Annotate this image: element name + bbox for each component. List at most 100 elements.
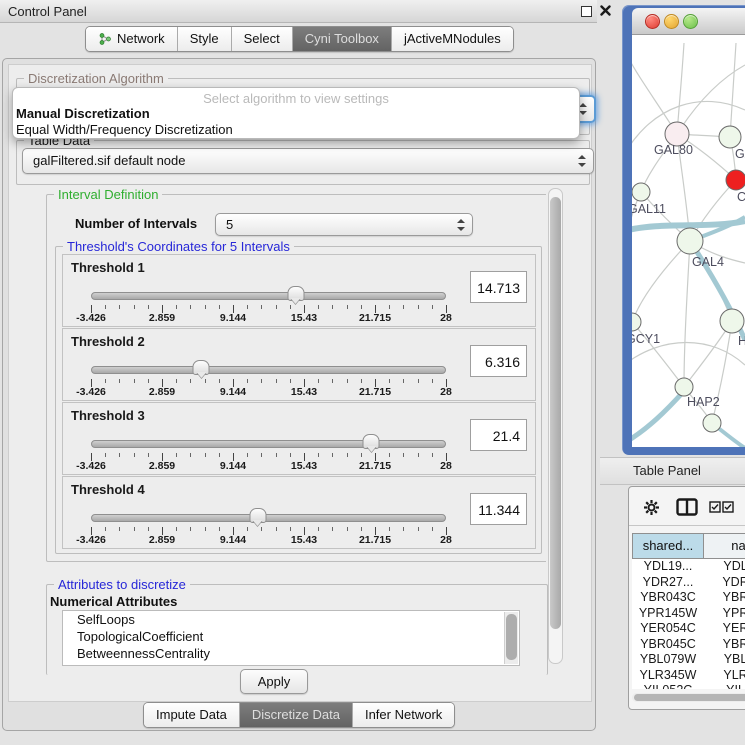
slider-tick-label: 2.859 bbox=[149, 312, 175, 324]
threshold-label: Threshold 3 bbox=[71, 408, 145, 423]
tab-network[interactable]: Network bbox=[86, 27, 178, 51]
threshold-label: Threshold 4 bbox=[71, 482, 145, 497]
slider-track[interactable] bbox=[91, 366, 446, 374]
attribute-item[interactable]: TopologicalCoefficient bbox=[63, 628, 519, 645]
threshold-slider[interactable] bbox=[91, 288, 446, 304]
table-row[interactable]: YLR345WYLR3 bbox=[632, 668, 745, 684]
tick-mark bbox=[105, 453, 106, 457]
dropdown-option-manual[interactable]: Manual Discretization bbox=[13, 106, 579, 122]
slider-thumb[interactable] bbox=[249, 508, 266, 523]
attribute-item[interactable]: BetweennessCentrality bbox=[63, 645, 519, 662]
tick-mark bbox=[361, 453, 362, 457]
tick-mark bbox=[347, 305, 348, 309]
tick-mark bbox=[418, 305, 419, 309]
slider-tick-label: 9.144 bbox=[220, 534, 246, 546]
tick-mark bbox=[318, 527, 319, 531]
tick-mark bbox=[276, 305, 277, 309]
table-row[interactable]: YIL052CYIL0 bbox=[632, 683, 745, 689]
group-title: Interval Definition bbox=[54, 187, 162, 202]
cell-shared-name: YDR27... bbox=[632, 575, 704, 591]
network-node[interactable] bbox=[719, 126, 741, 148]
slider-thumb[interactable] bbox=[193, 360, 210, 375]
attribute-item[interactable]: SelfLoops bbox=[63, 611, 519, 628]
table-panel-title: Table Panel bbox=[633, 463, 701, 478]
table-panel-titlebar: Table Panel bbox=[600, 457, 745, 485]
slider-track[interactable] bbox=[91, 440, 446, 448]
network-node[interactable] bbox=[632, 313, 641, 331]
list-scrollbar[interactable] bbox=[504, 612, 518, 664]
cell-name: YDL1 bbox=[704, 559, 745, 575]
checkbox-checked-icon[interactable] bbox=[709, 501, 721, 513]
tick-mark bbox=[247, 527, 248, 531]
table-row[interactable]: YDL19...YDL1 bbox=[632, 559, 745, 575]
column-header-name[interactable]: na bbox=[704, 533, 745, 559]
tick-mark bbox=[119, 453, 120, 457]
slider-track[interactable] bbox=[91, 292, 446, 300]
slider-thumb[interactable] bbox=[287, 286, 304, 301]
tab-label: Network bbox=[117, 31, 165, 47]
slider-track[interactable] bbox=[91, 514, 446, 522]
split-columns-icon[interactable] bbox=[676, 498, 698, 516]
tab-impute-data[interactable]: Impute Data bbox=[144, 703, 240, 727]
close-icon[interactable] bbox=[600, 5, 611, 16]
threshold-value-field[interactable]: 6.316 bbox=[470, 345, 527, 377]
threshold-value-field[interactable]: 11.344 bbox=[470, 493, 527, 525]
settings-scrollbar[interactable] bbox=[548, 188, 563, 664]
tab-infer-network[interactable]: Infer Network bbox=[353, 703, 454, 727]
threshold-value-field[interactable]: 21.4 bbox=[470, 419, 527, 451]
zoom-traffic-light[interactable] bbox=[683, 14, 698, 29]
cell-name: YLR3 bbox=[704, 668, 745, 684]
dropdown-option-equal-width[interactable]: Equal Width/Frequency Discretization bbox=[13, 122, 579, 138]
column-header-shared-name[interactable]: shared... bbox=[632, 533, 704, 559]
threshold-slider[interactable] bbox=[91, 510, 446, 526]
table-row[interactable]: YBL079WYBL0 bbox=[632, 652, 745, 668]
network-window-titlebar[interactable] bbox=[632, 8, 745, 35]
cell-shared-name: YBL079W bbox=[632, 652, 704, 668]
tab-jactivemnodules[interactable]: jActiveMNodules bbox=[392, 27, 513, 51]
network-node[interactable] bbox=[720, 309, 744, 333]
numerical-attributes-list[interactable]: SelfLoopsTopologicalCoefficientBetweenne… bbox=[62, 610, 520, 666]
network-icon bbox=[98, 32, 112, 46]
network-node[interactable] bbox=[677, 228, 703, 254]
network-node[interactable] bbox=[675, 378, 693, 396]
cyni-bottom-tabs: Impute Data Discretize Data Infer Networ… bbox=[143, 702, 455, 728]
close-traffic-light[interactable] bbox=[645, 14, 660, 29]
tick-mark bbox=[389, 453, 390, 457]
threshold-value-field[interactable]: 14.713 bbox=[470, 271, 527, 303]
float-window-icon[interactable] bbox=[581, 6, 592, 17]
table-row[interactable]: YBR043CYBR0 bbox=[632, 590, 745, 606]
table-data-combobox[interactable]: galFiltered.sif default node bbox=[22, 148, 594, 174]
tick-mark bbox=[176, 305, 177, 309]
threshold-slider[interactable] bbox=[91, 362, 446, 378]
tick-mark bbox=[389, 379, 390, 383]
tab-style[interactable]: Style bbox=[178, 27, 232, 51]
checkbox-checked-icon[interactable] bbox=[722, 501, 734, 513]
tab-label: Style bbox=[190, 31, 219, 47]
slider-thumb[interactable] bbox=[363, 434, 380, 449]
apply-button[interactable]: Apply bbox=[240, 669, 308, 694]
tick-mark bbox=[134, 453, 135, 457]
minimize-traffic-light[interactable] bbox=[664, 14, 679, 29]
network-canvas[interactable]: GAL80GACGAL11GAL4GCY1HHAP2 bbox=[632, 35, 745, 447]
tick-mark bbox=[389, 305, 390, 309]
network-view-window: GAL80GACGAL11GAL4GCY1HHAP2 bbox=[622, 5, 745, 455]
cell-name: YPR1 bbox=[704, 606, 745, 622]
network-node[interactable] bbox=[632, 183, 650, 201]
tab-cyni-toolbox[interactable]: Cyni Toolbox bbox=[293, 27, 392, 51]
table-row[interactable]: YPR145WYPR1 bbox=[632, 606, 745, 622]
table-row[interactable]: YBR045CYBR0 bbox=[632, 637, 745, 653]
tab-discretize-data[interactable]: Discretize Data bbox=[240, 703, 353, 727]
table-horizontal-scrollbar[interactable] bbox=[632, 693, 745, 702]
table-row[interactable]: YDR27...YDR2 bbox=[632, 575, 745, 591]
tick-mark bbox=[290, 527, 291, 531]
tab-select[interactable]: Select bbox=[232, 27, 293, 51]
network-node[interactable] bbox=[703, 414, 721, 432]
network-node[interactable] bbox=[726, 170, 745, 190]
threshold-slider[interactable] bbox=[91, 436, 446, 452]
cell-shared-name: YIL052C bbox=[632, 683, 704, 689]
slider-tick-label: 2.859 bbox=[149, 460, 175, 472]
group-title: Attributes to discretize bbox=[54, 577, 190, 592]
gear-icon[interactable] bbox=[643, 499, 660, 516]
table-row[interactable]: YER054CYER0 bbox=[632, 621, 745, 637]
number-of-intervals-combobox[interactable]: 5 bbox=[215, 213, 473, 236]
